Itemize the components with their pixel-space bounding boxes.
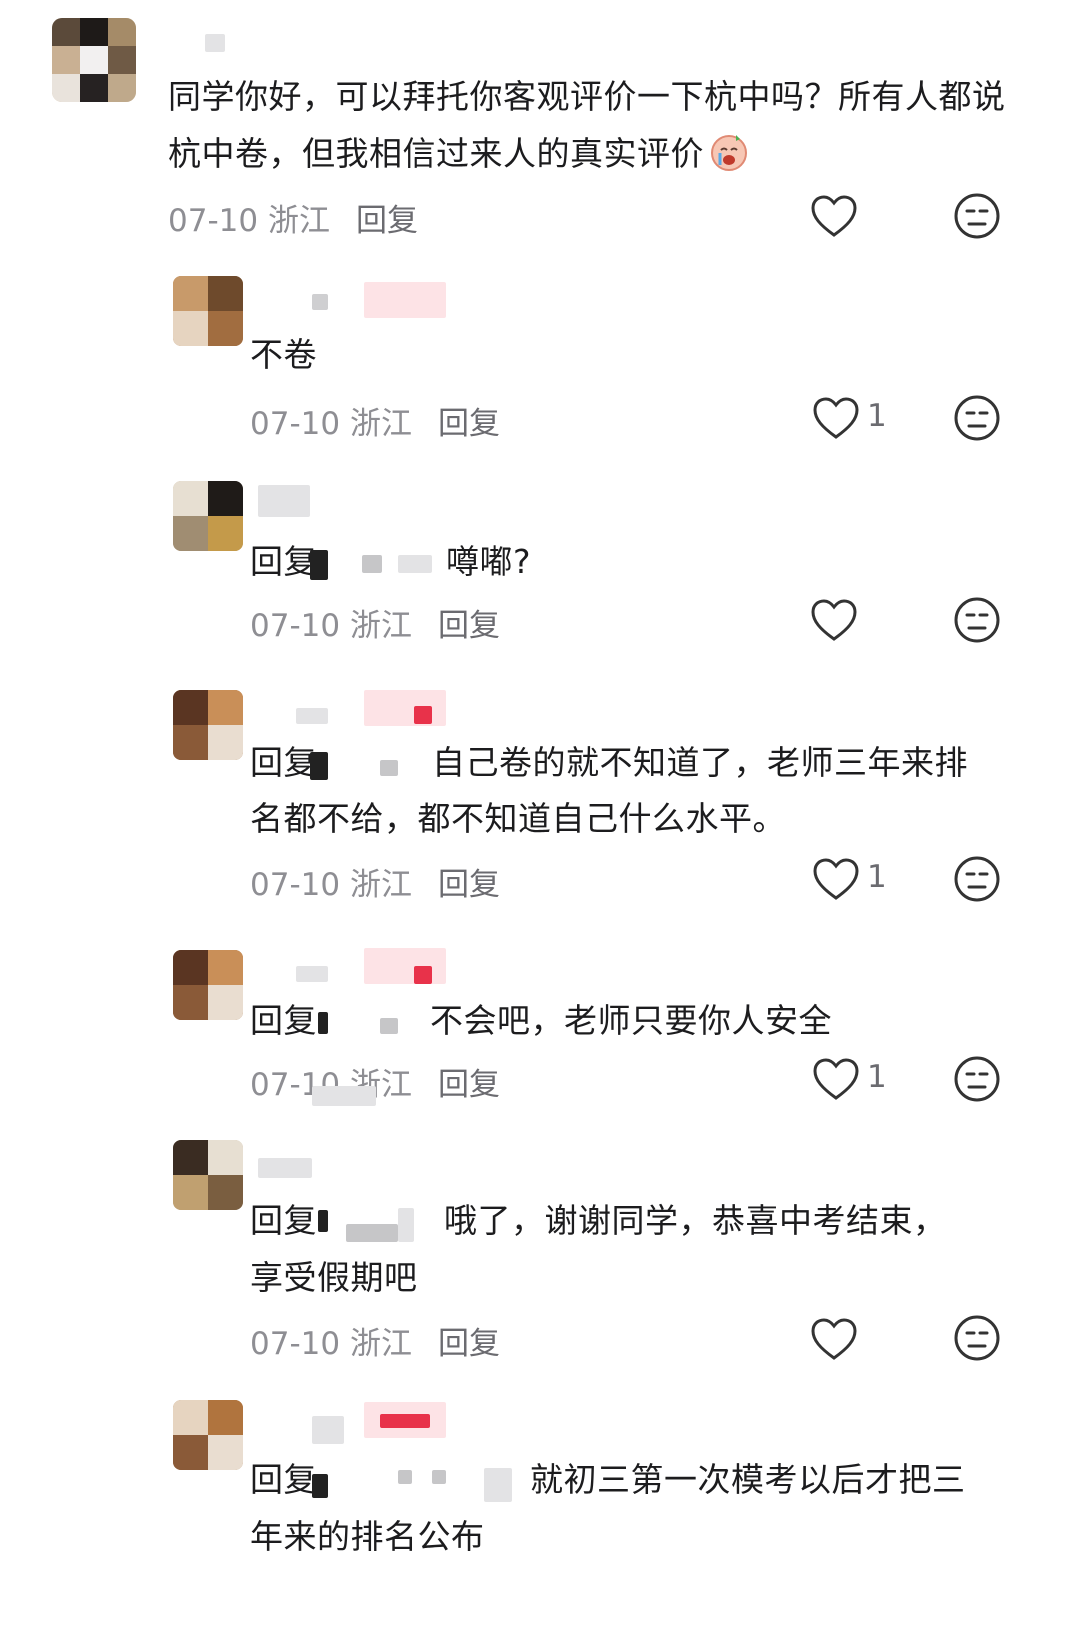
username-badge-redacted xyxy=(380,1414,430,1428)
mention-redacted[interactable] xyxy=(432,1470,446,1484)
username-redacted[interactable] xyxy=(258,485,310,517)
comment-text-line2: 享受假期吧 xyxy=(250,1258,418,1297)
username-redacted[interactable] xyxy=(296,708,328,724)
reply-button[interactable]: 回复 xyxy=(438,406,500,442)
like-button[interactable] xyxy=(810,1316,860,1362)
mention-redacted[interactable] xyxy=(310,752,328,780)
mention-redacted[interactable] xyxy=(380,760,398,776)
reply-button[interactable]: 回复 xyxy=(438,867,500,903)
reply-button[interactable]: 回复 xyxy=(438,608,500,644)
comment-text-tail: 自己卷的就不知道了，老师三年来排 xyxy=(432,743,968,782)
reply-prefix: 回复 xyxy=(250,743,317,782)
overlay-redacted xyxy=(312,1086,376,1106)
reply-item: 回复 哦了，谢谢同学，恭喜中考结束， 享受假期吧 07-10 浙江 回复 xyxy=(0,1138,1080,1388)
mention-redacted[interactable] xyxy=(398,555,432,573)
like-button[interactable] xyxy=(810,193,860,239)
mention-redacted[interactable] xyxy=(398,1470,412,1484)
username-redacted[interactable] xyxy=(312,1416,344,1444)
mention-redacted[interactable] xyxy=(346,1224,398,1242)
mention-redacted[interactable] xyxy=(380,1018,398,1034)
like-count: 1 xyxy=(867,859,887,895)
like-count: 1 xyxy=(867,398,887,434)
avatar[interactable] xyxy=(173,481,243,551)
comment-text: 不卷 xyxy=(250,335,317,374)
heart-outline-icon xyxy=(811,599,857,641)
comment-meta: 07-10 浙江 回复 xyxy=(250,1326,500,1362)
reply-button[interactable]: 回复 xyxy=(438,1067,500,1103)
heart-outline-icon xyxy=(813,397,859,439)
username-redacted[interactable] xyxy=(312,294,328,310)
like-button[interactable] xyxy=(812,1056,862,1102)
neutral-face-icon xyxy=(954,1056,1000,1102)
reply-item: 回复 不会吧，老师只要你人安全 07-10 浙江 回复 1 xyxy=(0,944,1080,1134)
mention-redacted[interactable] xyxy=(362,555,382,573)
mention-redacted[interactable] xyxy=(484,1468,512,1502)
avatar[interactable] xyxy=(173,690,243,760)
comment-meta: 07-10 浙江 回复 xyxy=(250,608,500,644)
comment-text-tail: 噂嘟? xyxy=(446,542,532,581)
dislike-button[interactable] xyxy=(953,192,1001,240)
neutral-face-icon xyxy=(954,597,1000,643)
reply-button[interactable]: 回复 xyxy=(356,203,418,239)
comment-meta: 07-10 浙江 回复 xyxy=(250,867,500,903)
mention-redacted[interactable] xyxy=(398,1208,414,1242)
comment-text-line2: 名都不给，都不知道自己什么水平。 xyxy=(250,799,786,838)
reply-prefix: 回复 xyxy=(250,542,317,581)
reply-prefix: 回复 xyxy=(250,1460,317,1499)
comment-text: 回复 xyxy=(250,533,990,590)
username-redacted[interactable] xyxy=(296,966,328,982)
like-button[interactable] xyxy=(812,856,862,902)
comment-meta: 07-10 浙江 回复 xyxy=(250,406,500,442)
username-badge-redacted xyxy=(414,706,432,724)
dislike-button[interactable] xyxy=(953,855,1001,903)
neutral-face-icon xyxy=(954,856,1000,902)
dislike-button[interactable] xyxy=(953,1314,1001,1362)
reply-item: 不卷 07-10 浙江 回复 1 xyxy=(0,270,1080,470)
reply-item: 回复 噂嘟? 07-10 浙江 回复 xyxy=(0,475,1080,675)
comment-text-tail: 不会吧，老师只要你人安全 xyxy=(430,1001,832,1040)
reply-item: 回复 自己卷的就不知道了，老师三年来排 名都不给，都不知道自己什么水平。 07-… xyxy=(0,684,1080,934)
comment-text-line2: 年来的排名公布 xyxy=(250,1517,485,1556)
comment-text-tail: 就初三第一次模考以后才把三 xyxy=(530,1460,966,1499)
heart-outline-icon xyxy=(813,1058,859,1100)
mention-redacted[interactable] xyxy=(318,1012,328,1034)
neutral-face-icon xyxy=(954,1315,1000,1361)
mention-redacted[interactable] xyxy=(318,1210,328,1232)
like-button[interactable] xyxy=(810,597,860,643)
username-badge-redacted xyxy=(364,690,446,726)
reply-prefix: 回复 xyxy=(250,1201,317,1240)
heart-outline-icon xyxy=(813,858,859,900)
username-redacted[interactable] xyxy=(258,1158,312,1178)
comment-item: 同学你好，可以拜托你客观评价一下杭中吗？所有人都说杭中卷，但我相信过来人的真实评… xyxy=(0,0,1080,250)
neutral-face-icon xyxy=(954,395,1000,441)
mention-redacted[interactable] xyxy=(312,1474,328,1498)
username-badge-redacted xyxy=(414,966,432,984)
avatar[interactable] xyxy=(173,1140,243,1210)
comment-text: 同学你好，可以拜托你客观评价一下杭中吗？所有人都说杭中卷，但我相信过来人的真实评… xyxy=(168,77,1006,173)
dislike-button[interactable] xyxy=(953,1055,1001,1103)
like-button[interactable] xyxy=(812,395,862,441)
comment-text-tail: 哦了，谢谢同学，恭喜中考结束， xyxy=(444,1201,947,1240)
mention-redacted[interactable] xyxy=(310,550,328,580)
username-badge-redacted xyxy=(364,948,446,984)
reply-prefix: 回复 xyxy=(250,1001,317,1040)
reply-button[interactable]: 回复 xyxy=(438,1326,500,1362)
username-redacted[interactable] xyxy=(205,34,225,52)
heart-outline-icon xyxy=(811,195,857,237)
heart-outline-icon xyxy=(811,1318,857,1360)
reply-item: 回复 就初三第一次模考以后才把三 年来的排名公布 xyxy=(0,1398,1080,1626)
avatar[interactable] xyxy=(173,950,243,1020)
dislike-button[interactable] xyxy=(953,394,1001,442)
neutral-face-icon xyxy=(954,193,1000,239)
crying-face-emoji xyxy=(708,131,750,173)
dislike-button[interactable] xyxy=(953,596,1001,644)
avatar[interactable] xyxy=(52,18,136,102)
like-count: 1 xyxy=(867,1059,887,1095)
comment-meta: 07-10 浙江 回复 xyxy=(168,203,418,239)
avatar[interactable] xyxy=(173,1400,243,1470)
username-badge-redacted xyxy=(364,282,446,318)
avatar[interactable] xyxy=(173,276,243,346)
